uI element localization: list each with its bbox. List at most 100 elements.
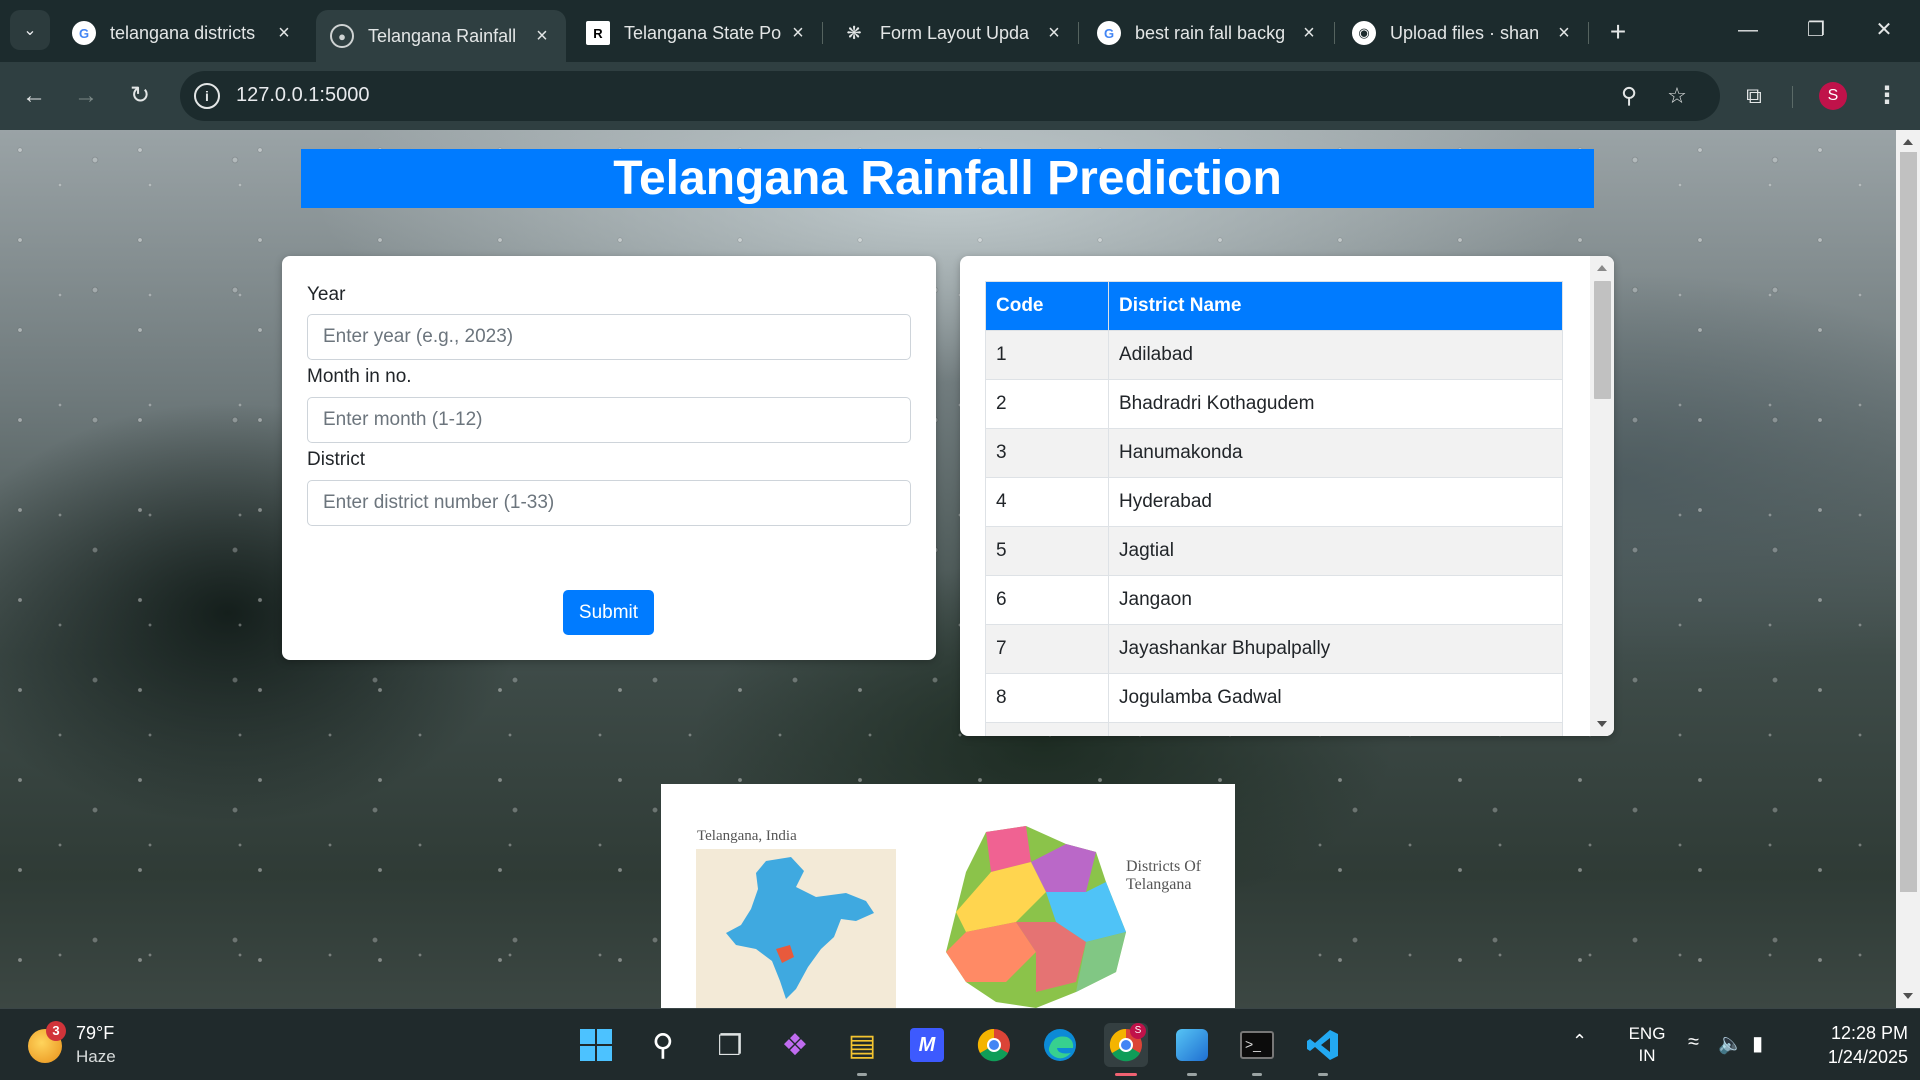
more-vertical-icon: ⋮	[1875, 82, 1899, 109]
tab-search-button[interactable]: ⌄	[10, 10, 50, 50]
profile-badge: S	[1130, 1023, 1146, 1039]
back-button[interactable]: ←	[14, 76, 54, 116]
photos-icon	[1176, 1029, 1208, 1061]
district-code: 3	[985, 428, 1109, 478]
chrome-button[interactable]	[972, 1023, 1016, 1067]
vscode-button[interactable]	[1301, 1023, 1345, 1076]
clock-date: 1/24/2025	[1827, 1047, 1908, 1067]
telangana-map-image: Telangana, India Districts Of Telangana	[661, 784, 1235, 1008]
terminal-button[interactable]: >_	[1235, 1023, 1279, 1076]
district-name: Hyderabad	[1108, 477, 1563, 527]
forward-button[interactable]: →	[66, 76, 106, 116]
minimize-button[interactable]: —	[1726, 12, 1770, 48]
profile-avatar[interactable]: S	[1819, 82, 1847, 110]
scroll-down-arrow-icon[interactable]	[1597, 721, 1607, 727]
tab-telangana-rainfall[interactable]: ● Telangana Rainfall ×	[316, 10, 566, 62]
district-code: 4	[985, 477, 1109, 527]
photos-button[interactable]	[1170, 1023, 1214, 1076]
file-explorer-button[interactable]: ▤	[840, 1023, 884, 1076]
table-row: 1 Adilabad	[985, 330, 1563, 380]
running-indicator	[1187, 1073, 1197, 1076]
edge-button[interactable]	[1038, 1023, 1082, 1067]
close-tab-icon[interactable]: ×	[274, 22, 294, 45]
tab-telangana-state-portal[interactable]: R Telangana State Po ×	[572, 10, 822, 56]
table-row	[985, 722, 1563, 736]
table-row: 7 Jayashankar Bhupalpally	[985, 624, 1563, 674]
reload-icon: ↻	[129, 82, 151, 109]
bookmark-star-icon[interactable]: ☆	[1662, 81, 1692, 111]
reload-button[interactable]: ↻	[120, 76, 160, 116]
search-button[interactable]: ⚲	[641, 1023, 685, 1067]
site-info-icon[interactable]: i	[194, 83, 220, 109]
district-name: Adilabad	[1108, 330, 1563, 380]
new-tab-button[interactable]: +	[1600, 14, 1636, 50]
address-bar[interactable]: i 127.0.0.1:5000 ⚲ ☆	[180, 71, 1720, 121]
district-table-scroll-area[interactable]: Code District Name 1 Adilabad 2 Bhadradri …	[985, 281, 1563, 736]
close-tab-icon[interactable]: ×	[1044, 22, 1064, 45]
close-window-button[interactable]: ✕	[1862, 12, 1906, 48]
district-code: 5	[985, 526, 1109, 576]
tab-separator	[822, 22, 823, 44]
district-table: Code District Name 1 Adilabad 2 Bhadradri …	[985, 281, 1563, 736]
notification-badge: 3	[46, 1021, 66, 1041]
table-row: 2 Bhadradri Kothagudem	[985, 379, 1563, 429]
visual-studio-button[interactable]: M	[905, 1023, 949, 1067]
windows-taskbar: 3 79°F Haze ⚲ ❐ ❖ ▤ M S >_ ⌃ ENG IN ≈ 🔈 …	[0, 1008, 1920, 1080]
close-tab-icon[interactable]: ×	[1554, 22, 1574, 45]
chevron-down-icon: ⌄	[23, 22, 37, 39]
table-scrollbar-thumb[interactable]	[1594, 281, 1611, 399]
scroll-down-arrow-icon[interactable]	[1903, 993, 1913, 999]
url-text: 127.0.0.1:5000	[236, 84, 370, 106]
submit-button[interactable]: Submit	[563, 590, 654, 635]
district-code: 1	[985, 330, 1109, 380]
page-scrollbar-thumb[interactable]	[1900, 152, 1917, 892]
close-tab-icon[interactable]: ×	[532, 25, 552, 48]
language-indicator[interactable]: ENG IN	[1622, 1023, 1672, 1067]
district-code: 7	[985, 624, 1109, 674]
page-scrollbar[interactable]	[1896, 130, 1920, 1008]
github-icon: ◉	[1352, 21, 1376, 45]
browser-menu-button[interactable]: ⋮	[1872, 80, 1902, 112]
page-title: Telangana Rainfall Prediction	[301, 149, 1594, 208]
india-map	[696, 849, 896, 1008]
start-button[interactable]	[574, 1023, 618, 1067]
weather-condition: Haze	[76, 1047, 116, 1066]
arrow-left-icon: ←	[22, 82, 46, 109]
zoom-icon[interactable]: ⚲	[1614, 81, 1644, 111]
year-input[interactable]	[307, 314, 911, 360]
weather-widget[interactable]: 3 79°F Haze	[28, 1021, 138, 1069]
close-tab-icon[interactable]: ×	[1299, 22, 1319, 45]
tab-separator	[1588, 22, 1589, 44]
system-clock[interactable]: 12:28 PM 1/24/2025	[1798, 1021, 1908, 1069]
table-scrollbar[interactable]	[1590, 256, 1614, 736]
copilot-button[interactable]: ❖	[773, 1023, 817, 1067]
copilot-icon: ❖	[781, 1028, 809, 1062]
tab-form-layout-update[interactable]: ❋ Form Layout Upda ×	[828, 10, 1078, 56]
month-input[interactable]	[307, 397, 911, 443]
task-view-button[interactable]: ❐	[708, 1023, 752, 1067]
district-input[interactable]	[307, 480, 911, 526]
chrome-profile-button[interactable]: S	[1104, 1023, 1148, 1076]
tab-upload-files-github[interactable]: ◉ Upload files · shan ×	[1338, 10, 1588, 56]
windows-logo-icon	[580, 1029, 612, 1061]
tab-telangana-districts[interactable]: G telangana districts ×	[58, 10, 308, 56]
battery-icon[interactable]: ▮	[1752, 1031, 1763, 1056]
table-row: 4 Hyderabad	[985, 477, 1563, 527]
page-viewport: Telangana Rainfall Prediction Year Month…	[0, 130, 1896, 1008]
show-hidden-icons-button[interactable]: ⌃	[1572, 1031, 1587, 1052]
scroll-up-arrow-icon[interactable]	[1597, 265, 1607, 271]
extensions-button[interactable]: ⧉	[1738, 80, 1770, 112]
chevron-up-icon: ⌃	[1572, 1031, 1588, 1051]
district-name: Jayashankar Bhupalpally	[1108, 624, 1563, 674]
scroll-up-arrow-icon[interactable]	[1903, 139, 1913, 145]
restore-button[interactable]: ❐	[1794, 12, 1838, 48]
globe-icon: ●	[330, 24, 354, 48]
column-header-district-name: District Name	[1108, 281, 1563, 331]
close-tab-icon[interactable]: ×	[788, 22, 808, 45]
tab-best-rain-fall-background[interactable]: G best rain fall backg ×	[1083, 10, 1333, 56]
map-caption-districts: Districts Of Telangana	[1126, 858, 1202, 893]
running-indicator	[857, 1073, 867, 1076]
volume-icon[interactable]: 🔈	[1718, 1031, 1743, 1056]
wifi-icon[interactable]: ≈	[1688, 1031, 1699, 1054]
table-header-row: Code District Name	[985, 281, 1563, 331]
